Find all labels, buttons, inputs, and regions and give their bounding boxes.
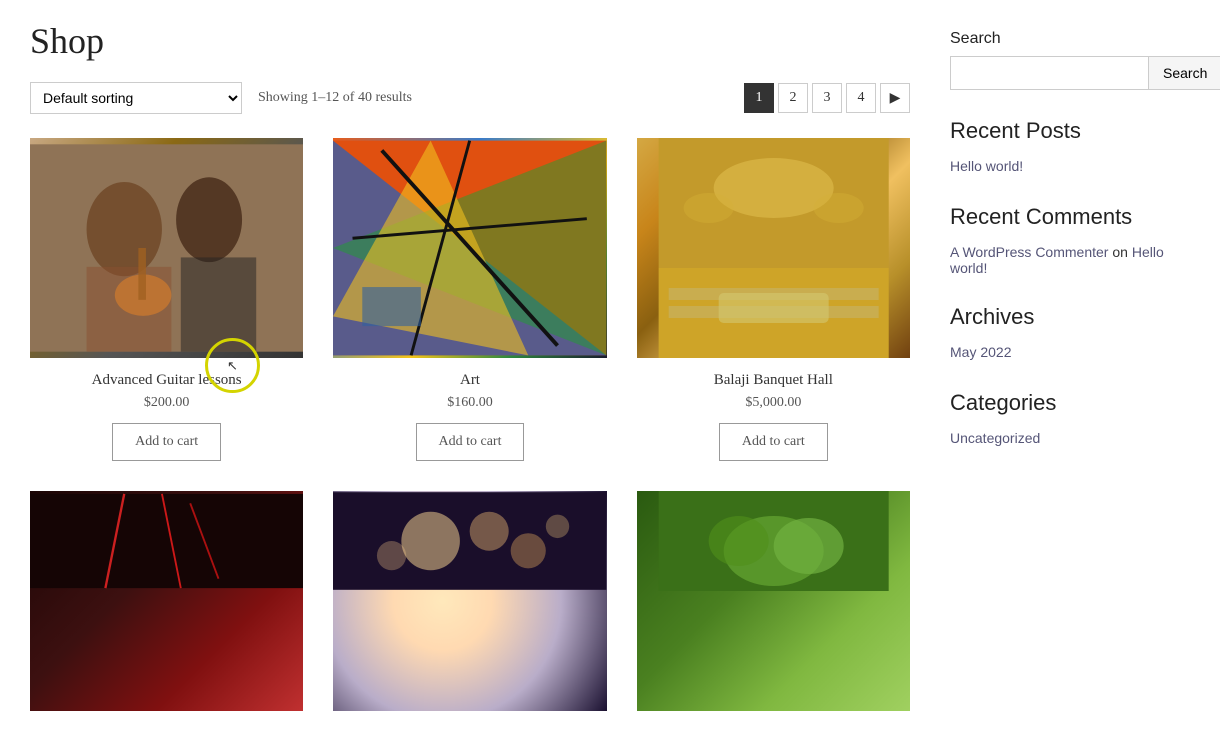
recent-posts-section: Recent Posts Hello world! [950,118,1190,176]
product-price-art: $160.00 [447,395,493,411]
recent-comment-line: A WordPress Commenter on Hello world! [950,244,1190,276]
shop-toolbar: Default sorting Sort by popularity Sort … [30,82,910,114]
main-content: Shop Default sorting Sort by popularity … [30,20,910,711]
product-image-row2-3 [637,491,910,711]
product-image-art [333,138,606,358]
categories-section: Categories Uncategorized [950,390,1190,448]
category-uncategorized[interactable]: Uncategorized [950,430,1040,446]
product-card-row2-2 [333,491,606,711]
page-btn-2[interactable]: 2 [778,83,808,113]
product-name-banquet: Balaji Banquet Hall [714,372,833,389]
product-card-row2-3 [637,491,910,711]
recent-comments-title: Recent Comments [950,204,1190,230]
product-price-banquet: $5,000.00 [745,395,801,411]
archives-section: Archives May 2022 [950,304,1190,362]
page-title: Shop [30,20,910,62]
toolbar-left: Default sorting Sort by popularity Sort … [30,82,412,114]
product-card-row2-1 [30,491,303,711]
product-image-banquet [637,138,910,358]
add-to-cart-art[interactable]: Add to cart [416,423,525,461]
search-section: Search Search [950,30,1190,90]
products-grid-row2 [30,491,910,711]
results-count: Showing 1–12 of 40 results [258,90,412,106]
recent-comments-section: Recent Comments A WordPress Commenter on… [950,204,1190,276]
product-card-art: Art $160.00 Add to cart [333,138,606,461]
comment-on-text: on [1112,244,1131,260]
pagination: 1 2 3 4 ▶ [744,83,910,113]
products-grid: Advanced Guitar lessons $200.00 Add to c… [30,138,910,461]
product-image-guitar [30,138,303,358]
sort-select[interactable]: Default sorting Sort by popularity Sort … [30,82,242,114]
categories-title: Categories [950,390,1190,416]
recent-posts-title: Recent Posts [950,118,1190,144]
search-input[interactable] [950,56,1149,90]
page-btn-next[interactable]: ▶ [880,83,910,113]
add-to-cart-guitar[interactable]: Add to cart [112,423,221,461]
sidebar: Search Search Recent Posts Hello world! … [950,20,1190,711]
cursor-indicator: ↖ [205,338,260,393]
product-image-row2-1 [30,491,303,711]
commenter-link[interactable]: A WordPress Commenter [950,244,1108,260]
search-label: Search [950,30,1190,48]
product-image-row2-2 [333,491,606,711]
search-row: Search [950,56,1190,90]
recent-post-hello-world[interactable]: Hello world! [950,158,1023,174]
product-name-art: Art [460,372,480,389]
product-price-guitar: $200.00 [144,395,190,411]
product-card-banquet: Balaji Banquet Hall $5,000.00 Add to car… [637,138,910,461]
add-to-cart-banquet[interactable]: Add to cart [719,423,828,461]
archive-may-2022[interactable]: May 2022 [950,344,1011,360]
page-btn-3[interactable]: 3 [812,83,842,113]
archives-title: Archives [950,304,1190,330]
product-card-guitar: Advanced Guitar lessons $200.00 Add to c… [30,138,303,461]
page-btn-1[interactable]: 1 [744,83,774,113]
search-button[interactable]: Search [1149,56,1220,90]
page-btn-4[interactable]: 4 [846,83,876,113]
